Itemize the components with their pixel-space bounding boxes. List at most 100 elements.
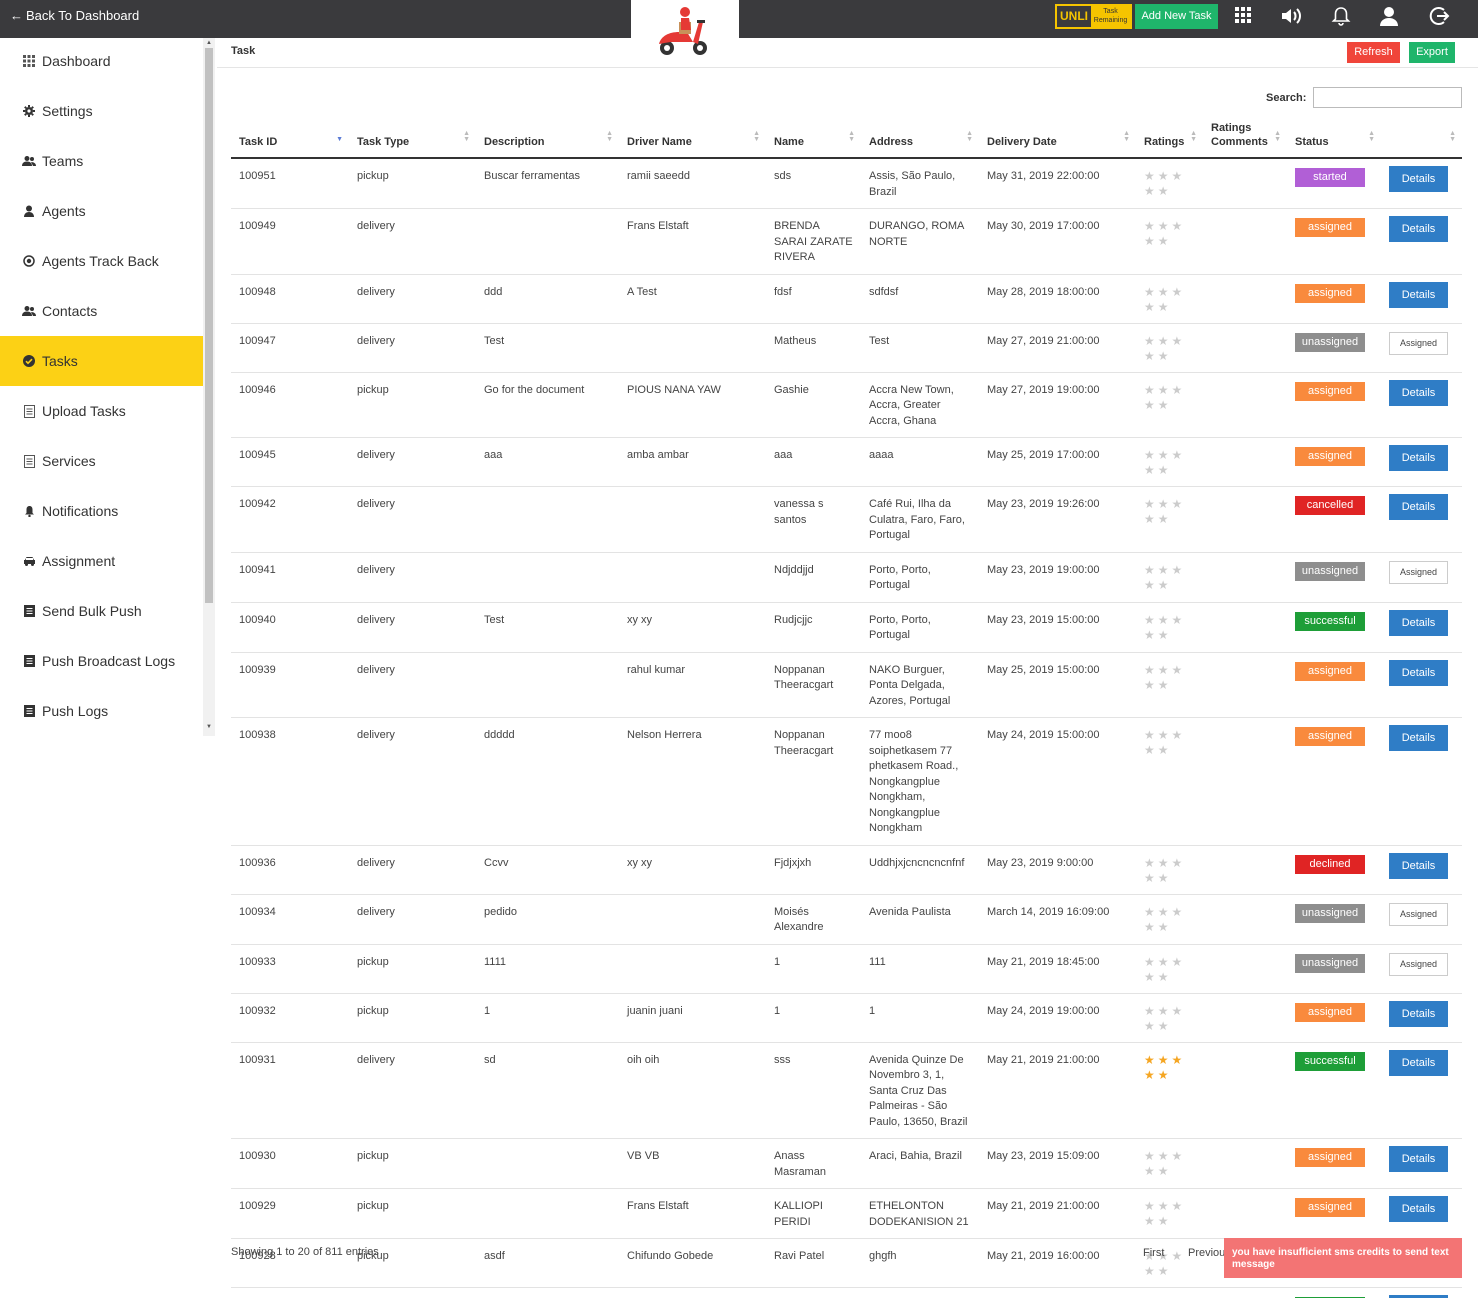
column-header-driver-name[interactable]: Driver Name ▲ ▼ bbox=[619, 112, 766, 159]
ratings-comment-cell bbox=[1203, 1041, 1287, 1139]
sidebar-item-dashboard[interactable]: Dashboard bbox=[0, 36, 203, 86]
star-icon: ★ bbox=[1144, 169, 1158, 183]
details-button[interactable]: Details bbox=[1389, 659, 1448, 686]
table-body: 100951 pickup Buscar ferramentas ramii saee… bbox=[231, 158, 1462, 1298]
details-button[interactable]: Details bbox=[1389, 725, 1448, 751]
status-badge: successful bbox=[1295, 1051, 1365, 1071]
sidebar-item-push-broadcast-logs[interactable]: Push Broadcast Logs bbox=[0, 636, 203, 686]
star-icon: ★ bbox=[1157, 562, 1172, 577]
action-cell: Details bbox=[1381, 371, 1462, 438]
table-row: 100931 delivery sd oih oih sss Avenida Quinze… bbox=[231, 1041, 1462, 1139]
task-type-cell: delivery bbox=[349, 322, 476, 372]
details-button[interactable]: Details bbox=[1389, 494, 1448, 520]
sidebar-item-push-logs[interactable]: Push Logs bbox=[0, 686, 203, 736]
export-button[interactable]: Export bbox=[1409, 42, 1455, 63]
description-cell bbox=[476, 551, 619, 602]
assign-button[interactable]: Assigned bbox=[1389, 952, 1448, 976]
user-profile-icon[interactable] bbox=[1378, 5, 1402, 29]
car-icon bbox=[22, 554, 36, 568]
details-button[interactable]: Details bbox=[1389, 379, 1448, 406]
details-button[interactable]: Details bbox=[1389, 1049, 1448, 1076]
sidebar-scrollbar[interactable]: ▲ ▼ bbox=[203, 38, 215, 736]
address-cell: 77 moo8 soiphetkasem 77 phetkasem Road.,… bbox=[861, 717, 979, 845]
name-cell: Fjdjxjxh bbox=[766, 844, 861, 894]
details-button[interactable]: Details bbox=[1389, 1146, 1448, 1172]
divider bbox=[217, 67, 1478, 68]
details-button[interactable]: Details bbox=[1389, 852, 1448, 879]
refresh-button[interactable]: Refresh bbox=[1347, 42, 1400, 63]
ratings-comment-cell bbox=[1203, 1188, 1287, 1239]
column-header-actions[interactable]: ▲ ▼ bbox=[1381, 112, 1462, 159]
column-header-delivery-date[interactable]: Delivery Date ▲ ▼ bbox=[979, 112, 1136, 159]
column-header-ratings[interactable]: Ratings ▲ ▼ bbox=[1136, 112, 1203, 159]
details-button[interactable]: Details bbox=[1389, 281, 1448, 308]
column-header-address[interactable]: Address ▲ ▼ bbox=[861, 112, 979, 159]
table-row: 100940 delivery Test xy xy Rudjcjjc Porto, Po… bbox=[231, 601, 1462, 652]
apps-grid-icon[interactable] bbox=[1233, 5, 1257, 29]
star-icon: ★ bbox=[1144, 904, 1158, 919]
delivery-date-cell: May 23, 2019 15:00:00 bbox=[979, 601, 1136, 652]
star-icon: ★ bbox=[1144, 855, 1158, 870]
details-button[interactable]: Details bbox=[1389, 609, 1448, 636]
sidebar-item-teams[interactable]: Teams bbox=[0, 136, 203, 186]
sidebar-item-tasks[interactable]: Tasks bbox=[0, 336, 203, 386]
status-badge: unassigned bbox=[1295, 332, 1365, 352]
sidebar-item-agents-track-back[interactable]: Agents Track Back bbox=[0, 236, 203, 286]
bell-icon[interactable] bbox=[1330, 5, 1354, 29]
column-header-name[interactable]: Name ▲ ▼ bbox=[766, 112, 861, 159]
name-cell: vanessa s santos bbox=[766, 486, 861, 552]
sidebar-item-upload-tasks[interactable]: Upload Tasks bbox=[0, 386, 203, 436]
sidebar-item-settings[interactable]: Settings bbox=[0, 86, 203, 136]
sidebar-item-contacts[interactable]: Contacts bbox=[0, 286, 203, 336]
name-cell: Matheus bbox=[766, 322, 861, 372]
details-button[interactable]: Details bbox=[1389, 1000, 1448, 1027]
unli-label: UNLI bbox=[1057, 6, 1091, 27]
assign-button[interactable]: Assigned bbox=[1389, 560, 1448, 584]
task-type-cell: delivery bbox=[349, 893, 476, 944]
action-cell: Details bbox=[1381, 1287, 1462, 1298]
sidebar-item-notifications[interactable]: Notifications bbox=[0, 486, 203, 536]
scroll-up-icon[interactable]: ▲ bbox=[206, 40, 212, 46]
task-type-cell: delivery bbox=[349, 717, 476, 845]
details-button[interactable]: Details bbox=[1389, 216, 1448, 242]
volume-icon[interactable] bbox=[1279, 5, 1303, 29]
scroll-down-icon[interactable]: ▼ bbox=[206, 724, 212, 730]
column-header-task-id[interactable]: Task ID ▼ bbox=[231, 112, 349, 159]
details-button[interactable]: Details bbox=[1389, 1196, 1448, 1222]
assign-button[interactable]: Assigned bbox=[1389, 331, 1448, 355]
pagination-first[interactable]: First bbox=[1143, 1247, 1164, 1259]
delivery-date-cell: May 23, 2019 9:00:00 bbox=[979, 844, 1136, 894]
details-button[interactable]: Details bbox=[1389, 166, 1448, 192]
sidebar-item-agents[interactable]: Agents bbox=[0, 186, 203, 236]
star-icon: ★ bbox=[1144, 627, 1158, 642]
delivery-date-cell: May 31, 2019 22:00:00 bbox=[987, 170, 1100, 182]
status-badge: started bbox=[1295, 168, 1365, 187]
sms-credit-toast[interactable]: you have insufficient sms credits to sen… bbox=[1224, 1238, 1462, 1278]
description-cell: pedido bbox=[476, 893, 619, 944]
back-to-dashboard-link[interactable]: ← Back To Dashboard bbox=[10, 8, 142, 23]
star-rating: ★★★ ★★ bbox=[1144, 663, 1195, 693]
column-header-status[interactable]: Status ▲ ▼ bbox=[1287, 112, 1381, 159]
search-input[interactable] bbox=[1313, 87, 1462, 108]
sidebar-item-send-bulk-push[interactable]: Send Bulk Push bbox=[0, 586, 203, 636]
ratings-cell: ★★★★★ bbox=[1136, 1041, 1203, 1139]
task-id-cell: 100949 bbox=[231, 208, 349, 274]
action-cell: Details bbox=[1381, 1041, 1462, 1139]
column-header-description[interactable]: Description ▲ ▼ bbox=[476, 112, 619, 159]
star-icon: ★ bbox=[1144, 284, 1158, 299]
scrollbar-thumb[interactable] bbox=[205, 48, 213, 603]
star-icon: ★ bbox=[1157, 870, 1172, 885]
sidebar-item-services[interactable]: Services bbox=[0, 436, 203, 486]
logout-icon[interactable] bbox=[1428, 5, 1452, 29]
column-header-ratings-comments[interactable]: Ratings Comments ▲ ▼ bbox=[1203, 112, 1287, 159]
assign-button[interactable]: Assigned bbox=[1389, 902, 1448, 926]
add-new-task-button[interactable]: Add New Task bbox=[1135, 4, 1218, 29]
details-button[interactable]: Details bbox=[1389, 445, 1448, 471]
sort-icon: ▲ ▼ bbox=[848, 130, 855, 143]
table-row: 100939 delivery rahul kumar Noppanan Theera… bbox=[231, 651, 1462, 718]
task-id-cell: 100926 bbox=[231, 1287, 349, 1298]
column-header-task-type[interactable]: Task Type ▲ ▼ bbox=[349, 112, 476, 159]
pagination-previous[interactable]: Previou bbox=[1188, 1247, 1225, 1259]
status-badge: assigned bbox=[1295, 727, 1365, 746]
sidebar-item-assignment[interactable]: Assignment bbox=[0, 536, 203, 586]
